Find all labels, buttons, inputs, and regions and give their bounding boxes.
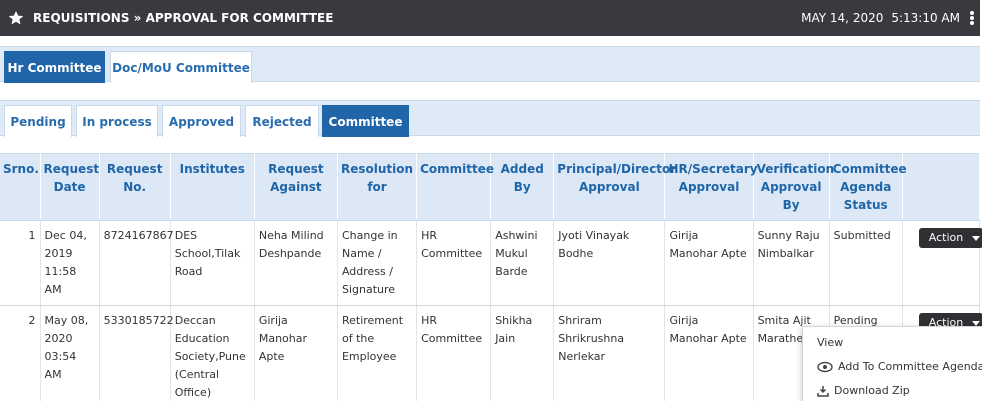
- cell-agenda-status: Submitted: [829, 220, 903, 306]
- cell-srno: 2: [0, 305, 41, 401]
- tab-approved[interactable]: Approved: [162, 105, 241, 137]
- cell-verification-by: Sunny Raju Nimbalkar: [753, 220, 830, 306]
- action-button[interactable]: Action: [918, 228, 982, 248]
- committee-tab-bar: Hr Committee Doc/MoU Committee: [0, 46, 980, 83]
- tab-pending[interactable]: Pending: [4, 105, 72, 137]
- col-action: [902, 153, 981, 221]
- tab-hr-committee[interactable]: Hr Committee: [4, 51, 105, 83]
- cell-principal-approval: Jyoti Vinayak Bodhe: [553, 220, 666, 306]
- col-resolution-for: Resolution for: [337, 153, 418, 221]
- action-dropdown-menu: View Add To Committee Agenda Download Zi…: [802, 326, 982, 401]
- cell-institute: DES School,Tilak Road: [170, 220, 255, 306]
- cell-added-by: Ashwini Mukul Barde: [490, 220, 555, 306]
- menu-item-add-to-committee-agenda[interactable]: Add To Committee Agenda: [817, 360, 982, 373]
- download-icon: [817, 385, 829, 397]
- cell-action: Action: [902, 220, 982, 306]
- col-request-date: Request Date: [40, 153, 100, 221]
- col-agenda-status: Committee Agenda Status: [829, 153, 907, 221]
- col-hr-approval: HR/Secretary Approval: [664, 153, 758, 221]
- col-principal-approval: Principal/Director Approval: [553, 153, 676, 221]
- cell-request-no: 5330185722: [99, 305, 174, 401]
- col-request-no: Request No.: [99, 153, 171, 221]
- col-request-against: Request Against: [254, 153, 338, 221]
- menu-item-download-label: Download Zip: [834, 384, 910, 397]
- more-options-icon[interactable]: [970, 11, 974, 25]
- tab-in-process[interactable]: In process: [76, 105, 158, 137]
- cell-committee: HR Committee: [416, 220, 492, 306]
- cell-hr-approval: Girija Manohar Apte: [664, 305, 754, 401]
- cell-resolution-for: Change in Name / Address / Signature: [337, 220, 418, 306]
- tab-rejected[interactable]: Rejected: [245, 105, 319, 137]
- action-button-label: Action: [928, 231, 964, 244]
- cell-request-date: May 08, 2020 03:54 AM: [40, 305, 100, 401]
- cell-request-no: 8724167867: [99, 220, 174, 306]
- cell-institute: Deccan Education Society,Pune (Central O…: [170, 305, 255, 401]
- menu-item-view-label: View: [817, 336, 844, 349]
- caret-down-icon: [972, 320, 981, 326]
- menu-item-add-label: Add To Committee Agenda: [838, 360, 982, 373]
- page-header: REQUISITIONS » APPROVAL FOR COMMITTEE MA…: [0, 0, 980, 36]
- col-verification-by: Verification Approval By: [753, 153, 834, 221]
- cell-request-against: Neha Milind Deshpande: [254, 220, 338, 306]
- cell-request-date: Dec 04, 2019 11:58 AM: [40, 220, 100, 306]
- col-institutes: Institutes: [170, 153, 255, 221]
- col-committee: Committee: [416, 153, 494, 221]
- cell-resolution-for: Retirement of the Employee: [337, 305, 418, 401]
- eye-icon: [817, 361, 833, 372]
- col-srno: Srno.: [0, 153, 41, 221]
- status-tab-bar: Pending In process Approved Rejected Com…: [0, 100, 980, 137]
- header-time: 5:13:10 AM: [891, 11, 960, 25]
- cell-hr-approval: Girija Manohar Apte: [664, 220, 754, 306]
- table-row: 1 Dec 04, 2019 11:58 AM 8724167867 DES S…: [0, 220, 982, 306]
- header-datetime: MAY 14, 2020 5:13:10 AM: [801, 0, 960, 36]
- cell-principal-approval: Shriram Shrikrushna Nerlekar: [553, 305, 666, 401]
- cell-committee: HR Committee: [416, 305, 492, 401]
- menu-item-download-zip[interactable]: Download Zip: [817, 384, 910, 397]
- cell-added-by: Shikha Jain: [490, 305, 555, 401]
- table-header-row: Srno. Request Date Request No. Institute…: [0, 153, 981, 221]
- tab-doc-mou-committee[interactable]: Doc/MoU Committee: [110, 51, 252, 83]
- cell-srno: 1: [0, 220, 41, 306]
- page-title: REQUISITIONS » APPROVAL FOR COMMITTEE: [33, 11, 334, 25]
- tab-committee[interactable]: Committee: [322, 105, 409, 137]
- header-date: MAY 14, 2020: [801, 11, 884, 25]
- caret-down-icon: [972, 235, 981, 241]
- col-added-by: Added By: [490, 153, 555, 221]
- cell-request-against: Girija Manohar Apte: [254, 305, 338, 401]
- star-icon[interactable]: [8, 10, 24, 26]
- menu-item-view[interactable]: View: [817, 336, 843, 349]
